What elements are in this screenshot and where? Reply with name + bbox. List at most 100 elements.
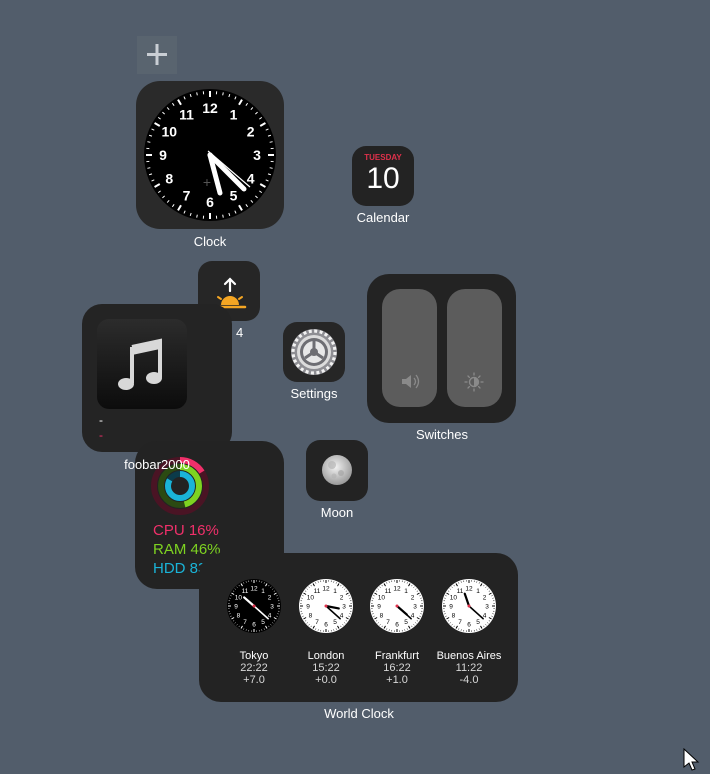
svg-text:1: 1 [333, 588, 337, 595]
album-art [97, 319, 187, 409]
music-note-icon [97, 319, 187, 409]
world-clock-city: Frankfurt16:22+1.0 [357, 650, 437, 686]
clock-number: 2 [247, 124, 255, 140]
city-time: 11:22 [429, 662, 509, 674]
svg-text:1: 1 [261, 588, 265, 595]
clock-label: Clock [136, 234, 284, 249]
clock-number: 1 [230, 106, 238, 122]
brightness-slider[interactable] [447, 289, 502, 407]
clock-widget[interactable]: 121234567891011+ [136, 81, 284, 229]
clock-number: 7 [183, 188, 191, 204]
clock-number: 8 [165, 171, 173, 187]
city-offset: +1.0 [357, 674, 437, 686]
svg-text:11: 11 [385, 588, 392, 595]
clock-number: 10 [162, 124, 178, 140]
svg-text:2: 2 [340, 595, 344, 602]
city-name: Buenos Aires [429, 650, 509, 662]
city-time: 16:22 [357, 662, 437, 674]
svg-text:12: 12 [393, 586, 401, 593]
svg-text:9: 9 [449, 604, 453, 611]
moon-icon [306, 440, 368, 501]
gear-icon [283, 322, 345, 382]
svg-text:9: 9 [377, 604, 381, 611]
world-clock-face: 123456789101112 [442, 579, 496, 633]
svg-text:2: 2 [268, 595, 272, 602]
settings-widget[interactable] [283, 322, 345, 382]
switches-widget[interactable] [367, 274, 516, 423]
city-offset: +0.0 [286, 674, 366, 686]
clock-tick [270, 142, 273, 143]
city-time: 22:22 [214, 662, 294, 674]
city-offset: -4.0 [429, 674, 509, 686]
city-name: Tokyo [214, 650, 294, 662]
world-clock-face: 123456789101112 [370, 579, 424, 633]
moon-widget[interactable] [306, 440, 368, 501]
city-name: Frankfurt [357, 650, 437, 662]
clock-number: 4 [247, 171, 255, 187]
svg-text:10: 10 [378, 595, 386, 602]
cpu-usage: CPU 16% [153, 522, 219, 539]
svg-text:7: 7 [458, 619, 462, 626]
clock-number: 5 [230, 188, 238, 204]
clock-number: 3 [253, 147, 261, 163]
track-artist: - [99, 428, 103, 442]
svg-text:3: 3 [413, 604, 417, 611]
track-title: - [99, 413, 103, 427]
clock-number: 11 [179, 106, 194, 122]
svg-text:11: 11 [242, 588, 249, 595]
svg-text:11: 11 [314, 588, 321, 595]
svg-text:5: 5 [404, 619, 408, 626]
world-clock-widget[interactable]: 1234567891011121234567891011121234567891… [199, 553, 518, 702]
svg-text:8: 8 [380, 613, 384, 620]
svg-text:9: 9 [234, 604, 238, 611]
add-widget-button[interactable] [137, 36, 177, 74]
svg-text:3: 3 [485, 604, 489, 611]
svg-text:7: 7 [315, 619, 319, 626]
brightness-icon [447, 289, 502, 407]
world-clock-city: London15:22+0.0 [286, 650, 366, 686]
settings-label: Settings [274, 386, 354, 401]
music-label: foobar2000 [107, 457, 207, 472]
svg-text:10: 10 [235, 595, 243, 602]
svg-text:2: 2 [483, 595, 487, 602]
svg-text:8: 8 [452, 613, 456, 620]
svg-text:9: 9 [306, 604, 310, 611]
clock-tick [197, 92, 198, 95]
clock-tick [147, 168, 150, 169]
svg-text:2: 2 [411, 595, 415, 602]
svg-text:10: 10 [307, 595, 315, 602]
svg-text:7: 7 [243, 619, 247, 626]
clock-number: 9 [159, 147, 167, 163]
plus-icon [137, 36, 177, 74]
svg-text:12: 12 [322, 586, 330, 593]
world-clock-city: Tokyo22:22+7.0 [214, 650, 294, 686]
calendar-weekday: TUESDAY [352, 153, 414, 162]
clock-tick [223, 92, 224, 95]
svg-text:6: 6 [324, 622, 328, 629]
world-clock-label: World Clock [299, 706, 419, 721]
svg-text:7: 7 [386, 619, 390, 626]
calendar-widget[interactable]: TUESDAY 10 [352, 146, 414, 206]
svg-text:12: 12 [250, 586, 258, 593]
clock-tick [197, 215, 198, 218]
clock-number: 6 [206, 194, 214, 210]
svg-text:11: 11 [457, 588, 464, 595]
clock-tick [270, 168, 273, 169]
calendar-day: 10 [352, 162, 414, 196]
switches-label: Switches [392, 427, 492, 442]
volume-slider[interactable] [382, 289, 437, 407]
svg-text:6: 6 [395, 622, 399, 629]
svg-text:5: 5 [333, 619, 337, 626]
svg-text:3: 3 [342, 604, 346, 611]
clock-tick [147, 142, 150, 143]
analog-clock-face: 121234567891011+ [136, 81, 284, 229]
city-name: London [286, 650, 366, 662]
mouse-cursor [683, 748, 703, 774]
music-widget[interactable]: - - [82, 304, 232, 452]
world-clock-city: Buenos Aires11:22-4.0 [429, 650, 509, 686]
world-clock-face: 123456789101112 [227, 579, 281, 633]
speaker-icon [382, 289, 437, 407]
svg-text:12: 12 [465, 586, 473, 593]
svg-text:1: 1 [476, 588, 480, 595]
city-offset: +7.0 [214, 674, 294, 686]
